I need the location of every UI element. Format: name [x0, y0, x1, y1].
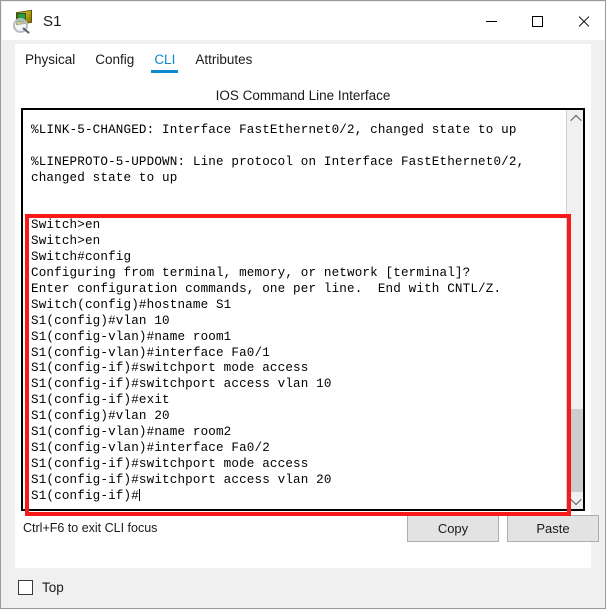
- cli-window: S1 Physical Config CLI Attributes IOS Co…: [0, 0, 606, 609]
- terminal-line: S1(config)#vlan 20: [31, 409, 170, 424]
- switch-magnifier-icon: [12, 9, 34, 34]
- terminal-scrollbar[interactable]: [566, 110, 583, 509]
- status-bar: Top: [2, 568, 605, 607]
- terminal-line: Switch(config)#hostname S1: [31, 297, 232, 312]
- maximize-button[interactable]: [514, 2, 560, 40]
- terminal-line: Switch>en: [31, 218, 101, 233]
- panel-heading: IOS Command Line Interface: [215, 88, 391, 103]
- window-title: S1: [43, 12, 62, 30]
- terminal-line: S1(config-if)#: [31, 488, 140, 503]
- terminal-line: Configuring from terminal, memory, or ne…: [31, 266, 471, 280]
- copy-button-label: Copy: [437, 521, 469, 536]
- tab-attributes-label: Attributes: [195, 52, 253, 67]
- chevron-down-icon: [569, 493, 582, 505]
- chevron-up-icon: [569, 114, 582, 126]
- terminal-line: S1(config-vlan)#interface Fa0/1: [31, 345, 270, 360]
- terminal-line: Switch>en: [31, 234, 101, 249]
- scroll-up-button[interactable]: [567, 110, 584, 127]
- terminal-line: S1(config-vlan)#name room1: [31, 329, 232, 344]
- terminal-line: S1(config-if)#switchport mode access: [31, 456, 309, 471]
- tab-cli-label: CLI: [154, 52, 176, 67]
- tab-config[interactable]: Config: [85, 52, 144, 74]
- close-button[interactable]: [560, 2, 605, 40]
- terminal-line: S1(config-if)#switchport access vlan 10: [31, 377, 332, 392]
- text-cursor: [138, 488, 140, 501]
- tab-cli[interactable]: CLI: [144, 52, 185, 74]
- terminal-line: %LINK-5-CHANGED: Interface FastEthernet0…: [31, 122, 517, 137]
- scroll-down-button[interactable]: [567, 492, 584, 509]
- top-checkbox[interactable]: [18, 580, 33, 595]
- minimize-icon: [485, 20, 497, 22]
- terminal-line: changed state to up: [31, 170, 178, 185]
- title-bar: S1: [2, 2, 605, 40]
- tab-bar: Physical Config CLI Attributes: [15, 44, 591, 74]
- paste-button[interactable]: Paste: [507, 515, 599, 542]
- terminal-line: S1(config-if)#exit: [31, 393, 170, 408]
- terminal-line: S1(config-if)#switchport access vlan 20: [31, 472, 332, 487]
- tab-config-label: Config: [95, 52, 135, 67]
- paste-button-label: Paste: [536, 521, 570, 536]
- minimize-button[interactable]: [468, 2, 514, 40]
- terminal-output[interactable]: %LINK-5-CHANGED: Interface FastEthernet0…: [23, 110, 566, 509]
- cli-focus-hint: Ctrl+F6 to exit CLI focus: [23, 521, 158, 535]
- terminal-line: S1(config-if)#switchport mode access: [31, 361, 309, 376]
- scrollbar-thumb[interactable]: [568, 409, 583, 492]
- tab-attributes[interactable]: Attributes: [185, 52, 262, 74]
- top-checkbox-label: Top: [42, 580, 64, 595]
- cli-panel: IOS Command Line Interface %LINK-5-CHANG…: [15, 74, 599, 569]
- window-controls: [468, 2, 605, 40]
- terminal-container: %LINK-5-CHANGED: Interface FastEthernet0…: [21, 108, 585, 511]
- tab-active-indicator: [151, 70, 179, 73]
- maximize-icon: [531, 15, 543, 27]
- terminal-line: S1(config)#vlan 10: [31, 313, 170, 328]
- terminal-line: Enter configuration commands, one per li…: [31, 281, 502, 296]
- terminal-line: %LINEPROTO-5-UPDOWN: Line protocol on In…: [31, 154, 525, 169]
- terminal-line: S1(config-vlan)#interface Fa0/2: [31, 440, 270, 455]
- close-icon: [577, 15, 590, 28]
- tab-physical[interactable]: Physical: [15, 52, 85, 74]
- terminal-line: S1(config-vlan)#name room2: [31, 425, 232, 440]
- copy-button[interactable]: Copy: [407, 515, 499, 542]
- terminal-line: Switch#config: [31, 250, 132, 265]
- tab-physical-label: Physical: [25, 52, 76, 67]
